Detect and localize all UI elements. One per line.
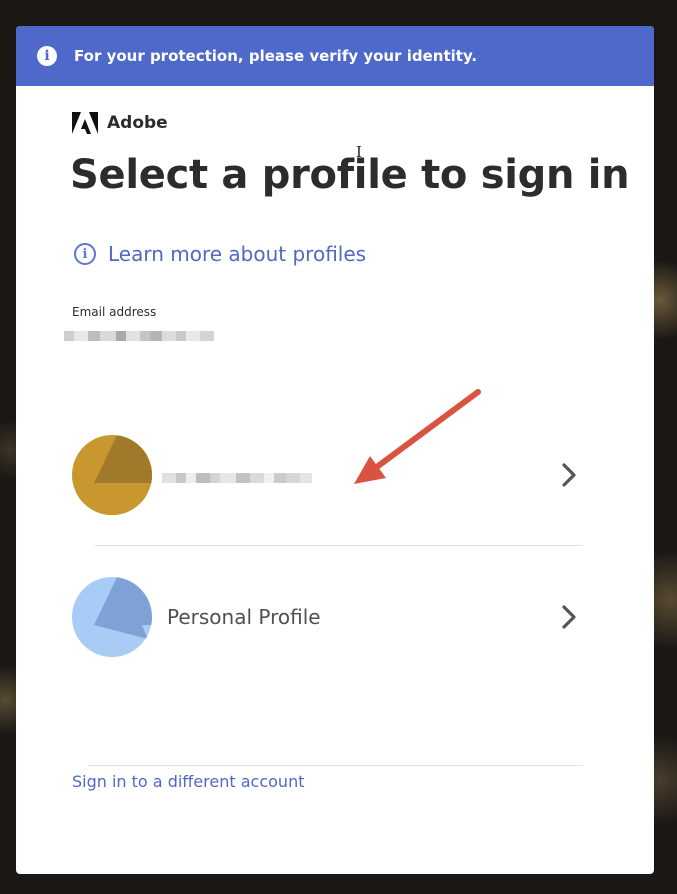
profile-name-pixelated [162, 465, 560, 485]
profile-row-business[interactable] [72, 434, 578, 516]
profile-row-personal[interactable]: Personal Profile [72, 576, 578, 658]
learn-more-label: Learn more about profiles [108, 242, 367, 266]
profile-divider [95, 545, 583, 546]
info-circle-icon: i [74, 243, 96, 265]
footer-divider [88, 765, 583, 766]
text-cursor-icon: I [356, 143, 362, 161]
adobe-logo-icon [72, 112, 98, 134]
verification-banner: i For your protection, please verify you… [16, 26, 654, 86]
chevron-right-icon [562, 605, 576, 629]
page-title: Select a profile to sign in [70, 152, 630, 198]
profile-name: Personal Profile [167, 605, 321, 629]
email-value-pixelated [64, 326, 214, 346]
banner-text: For your protection, please verify your … [74, 47, 478, 65]
profile-avatar-business [72, 435, 152, 515]
info-icon: i [37, 46, 57, 66]
different-account-link[interactable]: Sign in to a different account [72, 772, 304, 791]
email-label: Email address [72, 305, 157, 319]
profile-avatar-personal [72, 577, 152, 657]
brand-name: Adobe [107, 113, 168, 133]
brand: Adobe [72, 112, 168, 134]
learn-more-link[interactable]: i Learn more about profiles [74, 242, 366, 266]
chevron-right-icon [562, 463, 576, 487]
